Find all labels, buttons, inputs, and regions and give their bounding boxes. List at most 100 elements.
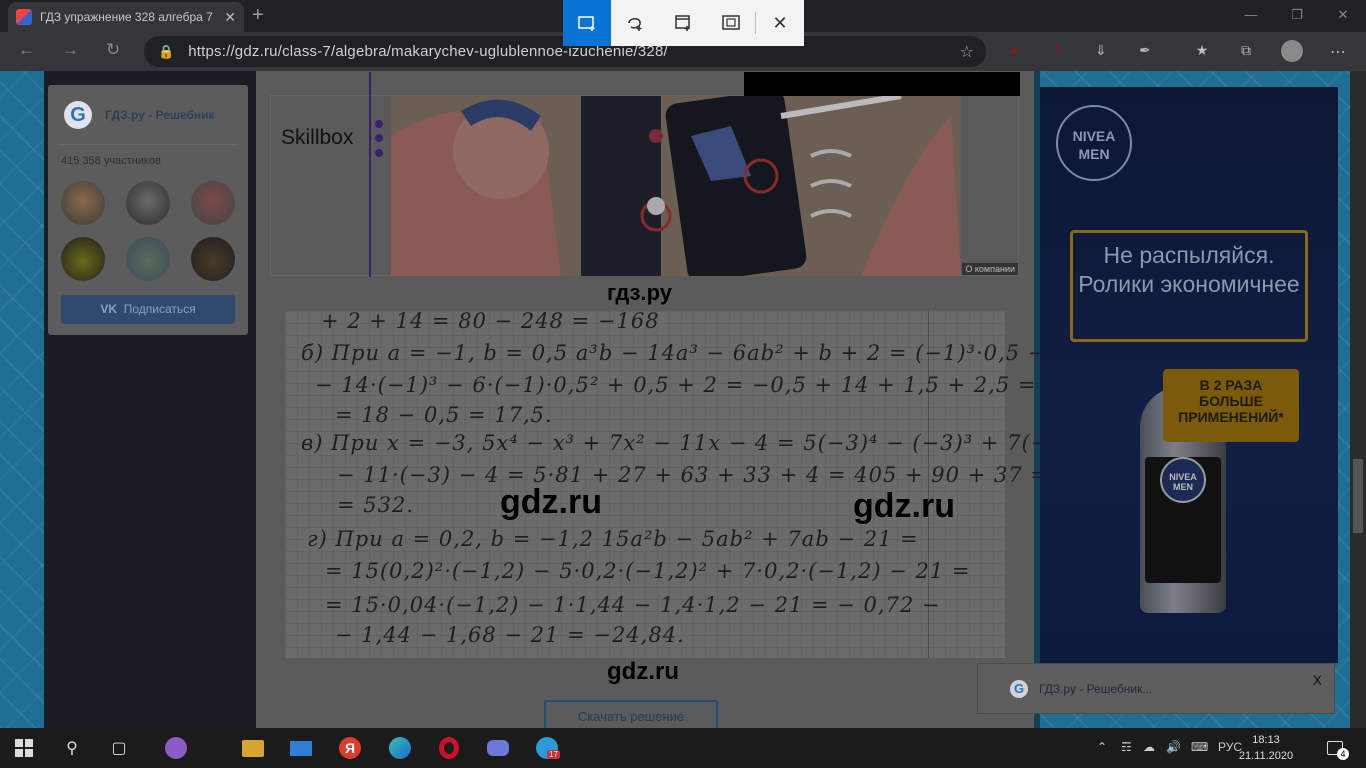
watermark-bottom: gdz.ru — [607, 658, 679, 685]
more-menu-icon[interactable]: ⋯ — [1328, 42, 1348, 62]
solution-line: = 15·0,04·(−1,2) − 1·1,44 − 1,4·1,2 − 21… — [325, 593, 941, 617]
skillbox-logo: Skillbox — [281, 126, 354, 149]
extension-red-icon[interactable]: ♦ — [1004, 42, 1024, 62]
browser-tab[interactable]: ГДЗ упражнение 328 алгебра 7 ✕ — [8, 2, 244, 32]
taskbar: ⚲ ▢ Я 17 ⌃ ☶ ☁ 🔊 ⌨ РУС 18:13 21.11.2020 … — [0, 728, 1366, 768]
reload-icon[interactable]: ↻ — [106, 40, 120, 60]
avatar[interactable] — [126, 237, 170, 281]
nivea-logo: NIVEA MEN — [1056, 105, 1132, 181]
search-icon[interactable]: ⚲ — [60, 736, 84, 760]
gdz-logo-icon[interactable]: G — [64, 101, 92, 129]
notification-text[interactable]: ГДЗ.ру - Решебник... — [1039, 682, 1152, 696]
avatar[interactable] — [191, 237, 235, 281]
restore-icon[interactable]: ❐ — [1274, 0, 1320, 32]
solution-line: в) При x = −3, 5x⁴ − x³ + 7x² − 11x − 4 … — [301, 431, 1109, 455]
watermark-left: gdz.ru — [500, 483, 602, 521]
solution-line: + 2 + 14 = 80 − 248 = −168 — [321, 309, 660, 333]
banner-dot — [375, 120, 383, 128]
avatar[interactable] — [61, 181, 105, 225]
notification-count-badge: 4 — [1337, 748, 1349, 760]
vk-subscribe-label: Подписаться — [123, 302, 196, 316]
fullscreen-snip-button[interactable] — [707, 0, 755, 46]
watermark-top: гдз.ру — [607, 280, 672, 305]
volume-icon[interactable]: 🔊 — [1166, 740, 1181, 754]
gdz-favicon-icon — [16, 9, 32, 25]
about-company-label[interactable]: О компании — [962, 263, 1018, 275]
minimize-icon[interactable]: — — [1228, 0, 1274, 32]
vk-community-widget: G ГДЗ.ру - Решебник 415 358 участников V… — [48, 85, 248, 335]
window-snip-button[interactable] — [659, 0, 707, 46]
banner-divider — [369, 72, 371, 277]
avatar[interactable] — [61, 237, 105, 281]
telegram-unread-badge: 17 — [547, 750, 560, 759]
avatar[interactable] — [126, 181, 170, 225]
yandex-browser-icon[interactable]: Я — [338, 736, 362, 760]
file-explorer-icon[interactable] — [241, 736, 265, 760]
scrollbar-thumb[interactable] — [1353, 459, 1363, 533]
vk-community-name[interactable]: ГДЗ.ру - Решебник — [105, 108, 215, 122]
collections-icon[interactable]: ⧉ — [1236, 42, 1256, 62]
gdz-logo-icon: G — [1010, 680, 1028, 698]
windows-start-icon[interactable] — [12, 736, 36, 760]
freeform-snip-button[interactable] — [611, 0, 659, 46]
extension-download-icon[interactable]: ⇓ — [1091, 42, 1111, 62]
back-icon[interactable]: ← — [18, 40, 35, 60]
network-icon[interactable]: ☶ — [1121, 740, 1132, 754]
fullscreen-snip-icon — [722, 15, 740, 30]
ad-slogan: Не распыляйся. Ролики экономичнее — [1070, 230, 1308, 342]
solution-line: б) При a = −1, b = 0,5 a³b − 14a³ − 6ab²… — [301, 341, 1047, 365]
page-viewport: G ГДЗ.ру - Решебник 415 358 участников V… — [0, 71, 1366, 728]
window-close-icon[interactable]: ✕ — [1320, 0, 1366, 32]
favorite-star-icon[interactable]: ☆ — [960, 42, 974, 62]
window-controls: — ❐ ✕ — [1228, 0, 1366, 32]
vk-subscribe-button[interactable]: VK Подписаться — [61, 295, 235, 324]
deodorant-logo: NIVEA MEN — [1160, 457, 1206, 503]
usb-icon[interactable]: ⌨ — [1191, 740, 1208, 754]
snip-toolbar: ✕ — [563, 0, 804, 46]
window-snip-icon — [675, 15, 690, 31]
vk-icon: VK — [100, 302, 124, 316]
extension-pen-icon[interactable]: ✒ — [1135, 42, 1155, 62]
forward-icon[interactable]: → — [62, 40, 79, 60]
telegram-icon[interactable]: 17 — [535, 736, 560, 760]
solution-line: − 14·(−1)³ − 6·(−1)·0,5² + 0,5 + 2 = −0,… — [315, 373, 1037, 397]
avatar[interactable] — [191, 181, 235, 225]
tab-title: ГДЗ упражнение 328 алгебра 7 — [40, 10, 213, 24]
onedrive-icon[interactable]: ☁ — [1143, 740, 1155, 754]
tab-close-icon[interactable]: ✕ — [224, 9, 236, 26]
banner-dot — [375, 149, 383, 157]
skillbox-banner[interactable]: Skillbox О компании — [270, 72, 1020, 277]
vk-members-count: 415 358 участников — [61, 155, 161, 167]
banner-dot — [375, 134, 383, 142]
system-clock[interactable]: 18:13 21.11.2020 — [1236, 732, 1296, 764]
banner-illustration — [391, 96, 961, 276]
solution-image: + 2 + 14 = 80 − 248 = −168 б) При a = −1… — [285, 309, 1107, 658]
snip-close-button[interactable]: ✕ — [756, 0, 804, 46]
edge-icon[interactable] — [388, 736, 412, 760]
favorites-icon[interactable]: ★ — [1192, 42, 1212, 62]
page-scrollbar[interactable] — [1350, 71, 1366, 728]
opera-icon[interactable] — [437, 736, 461, 760]
nivea-ad[interactable]: NIVEA MEN Не распыляйся. Ролики экономич… — [1040, 87, 1338, 663]
task-view-icon[interactable]: ▢ — [107, 736, 131, 760]
action-center-icon[interactable]: 4 — [1323, 736, 1349, 760]
rect-snip-icon — [578, 16, 595, 31]
solution-line: = 532. — [337, 493, 415, 517]
watermark-right: gdz.ru — [853, 487, 955, 525]
discord-icon[interactable] — [486, 736, 510, 760]
rectangular-snip-button[interactable] — [563, 0, 611, 46]
profile-avatar-icon[interactable] — [1281, 40, 1303, 62]
notification-close-button[interactable]: X — [1313, 672, 1322, 688]
solution-line: − 1,44 − 1,68 − 21 = −24,84. — [335, 623, 685, 647]
alice-icon[interactable] — [164, 736, 188, 760]
extension-sdk-icon[interactable]: ■ — [1047, 42, 1067, 62]
vk-notification-popup[interactable]: G ГДЗ.ру - Решебник... X — [977, 663, 1335, 714]
divider — [58, 144, 238, 145]
mail-icon[interactable] — [289, 736, 313, 760]
new-tab-button[interactable]: + — [252, 4, 264, 27]
clock-date: 21.11.2020 — [1238, 750, 1294, 762]
solution-line: − 11·(−3) − 4 = 5·81 + 27 + 63 + 33 + 4 … — [337, 463, 1049, 487]
download-solution-button[interactable]: Скачать решение — [544, 700, 718, 728]
show-hidden-icons[interactable]: ⌃ — [1097, 740, 1107, 754]
ad-badge: В 2 РАЗА БОЛЬШЕ ПРИМЕНЕНИЙ* — [1163, 369, 1299, 442]
